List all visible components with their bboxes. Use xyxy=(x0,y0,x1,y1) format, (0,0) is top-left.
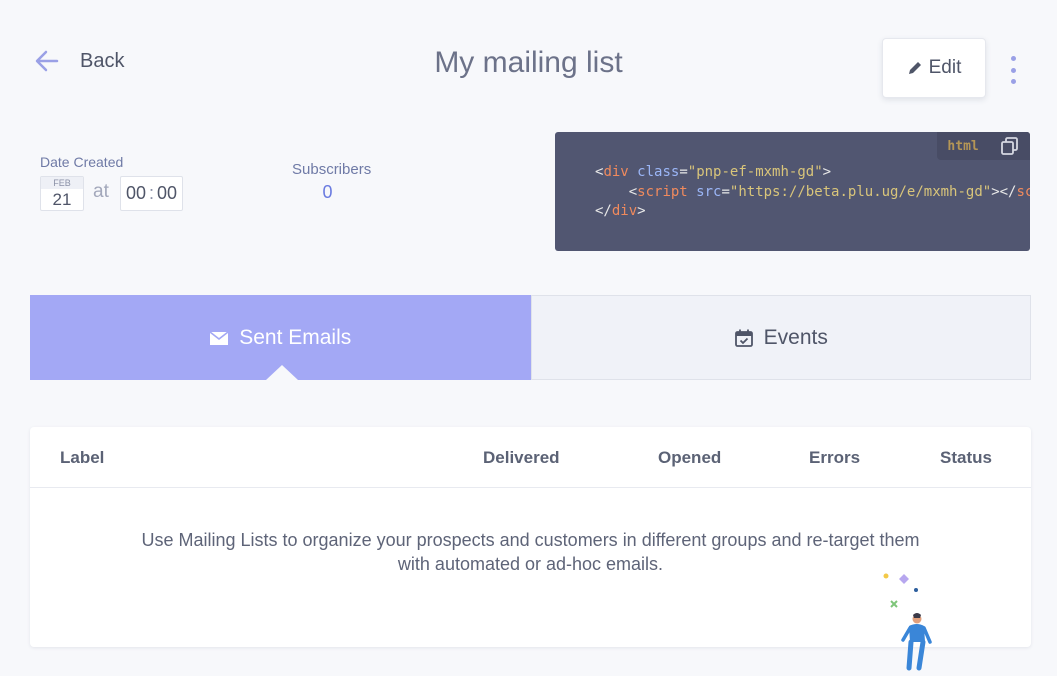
person-illustration xyxy=(883,573,932,671)
column-header-opened[interactable]: Opened xyxy=(658,448,721,468)
page-title: My mailing list xyxy=(434,46,623,79)
column-header-status[interactable]: Status xyxy=(940,448,992,468)
edit-button[interactable]: Edit xyxy=(882,38,986,98)
back-button[interactable]: Back xyxy=(34,48,124,74)
column-header-errors[interactable]: Errors xyxy=(809,448,860,468)
date-created-label: Date Created xyxy=(40,154,124,170)
code-toolbar: html xyxy=(937,132,1030,160)
back-label: Back xyxy=(80,49,125,72)
tab-events[interactable]: Events xyxy=(530,295,1031,380)
envelope-icon xyxy=(209,330,229,345)
tab-label: Sent Emails xyxy=(239,325,352,349)
kebab-dot-icon xyxy=(1010,67,1016,73)
tab-label: Events xyxy=(763,325,828,349)
date-picker[interactable]: FEB 21 xyxy=(40,176,84,211)
time-separator: : xyxy=(148,183,154,203)
subscribers-count[interactable]: 0 xyxy=(292,182,363,203)
tab-sent-emails[interactable]: Sent Emails xyxy=(30,295,531,380)
more-options-button[interactable] xyxy=(1004,56,1022,84)
kebab-dot-icon xyxy=(1010,79,1016,84)
pencil-icon xyxy=(908,62,921,74)
date-day: 21 xyxy=(52,190,72,209)
kebab-dot-icon xyxy=(1010,56,1016,61)
edit-label: Edit xyxy=(928,57,962,78)
arrow-left-icon xyxy=(35,50,59,72)
time-input[interactable]: 00 : 00 xyxy=(120,176,183,211)
calendar-check-icon xyxy=(734,329,753,347)
empty-state-line: Use Mailing Lists to organize your prosp… xyxy=(141,530,920,550)
table-header: Label Delivered Opened Errors Status xyxy=(30,427,1031,488)
embed-code: <div class="pnp-ef-mxmh-gd"> <script src… xyxy=(595,164,1030,219)
column-header-label[interactable]: Label xyxy=(60,448,104,468)
date-month: FEB xyxy=(41,177,83,189)
at-label: at xyxy=(93,181,109,202)
column-header-delivered[interactable]: Delivered xyxy=(483,448,560,468)
time-hours: 00 xyxy=(125,183,146,203)
subscribers-label: Subscribers xyxy=(292,161,372,178)
embed-code-block: html <div class="pnp-ef-mxmh-gd"> <scrip… xyxy=(555,132,1030,251)
tab-bar: Sent Emails Events xyxy=(30,295,1031,380)
time-minutes: 00 xyxy=(157,183,178,203)
code-language-label: html xyxy=(947,138,979,154)
copy-icon[interactable] xyxy=(1000,136,1020,156)
